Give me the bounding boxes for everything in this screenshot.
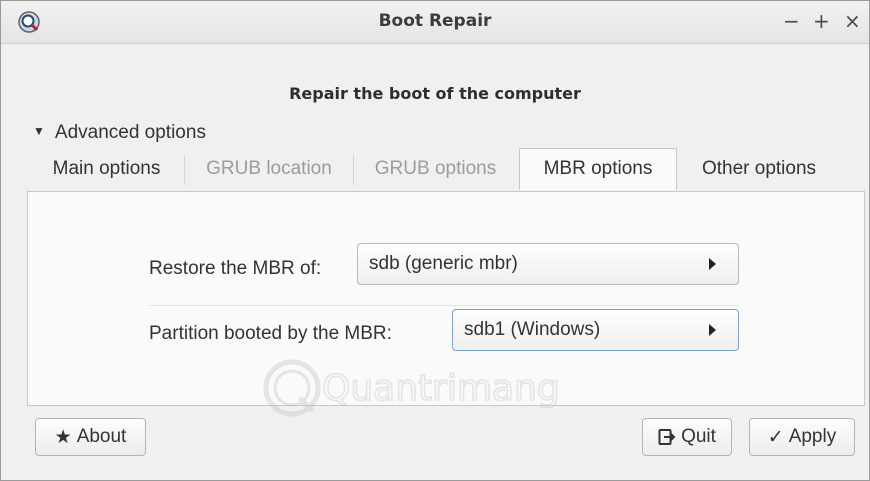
dropdown-arrow-icon xyxy=(709,324,716,336)
tab-grub-options[interactable]: GRUB options xyxy=(354,149,517,189)
quit-label: Quit xyxy=(681,426,716,447)
dropdown-arrow-icon xyxy=(709,258,716,270)
tab-grub-location[interactable]: GRUB location xyxy=(185,149,353,189)
tab-mbr-options[interactable]: MBR options xyxy=(519,148,677,190)
tab-other-options[interactable]: Other options xyxy=(677,149,841,189)
about-label: About xyxy=(76,426,127,447)
divider xyxy=(149,305,739,306)
restore-mbr-label: Restore the MBR of: xyxy=(149,258,322,279)
title-bar[interactable]: Boot Repair − + × xyxy=(1,1,869,44)
window-title: Boot Repair xyxy=(378,11,492,31)
page-heading: Repair the boot of the computer xyxy=(289,84,581,103)
watermark-text: Quantrimang xyxy=(322,368,560,409)
quit-button[interactable]: Quit xyxy=(642,418,732,456)
partition-booted-select[interactable]: sdb1 (Windows) xyxy=(452,309,739,351)
expander-label: Advanced options xyxy=(54,122,206,143)
boot-repair-window: Boot Repair − + × Repair the boot of the… xyxy=(0,0,870,481)
apply-label: Apply xyxy=(788,426,837,447)
tab-main-options[interactable]: Main options xyxy=(29,149,184,189)
maximize-button[interactable]: + xyxy=(813,10,830,32)
partition-booted-label: Partition booted by the MBR: xyxy=(149,323,392,344)
checkmark-icon: ✓ xyxy=(767,426,784,448)
apply-button[interactable]: ✓ Apply xyxy=(749,418,855,456)
quantrimang-watermark: Quantrimang xyxy=(263,359,561,417)
restore-mbr-select[interactable]: sdb (generic mbr) xyxy=(357,243,739,285)
partition-booted-value: sdb1 (Windows) xyxy=(464,319,601,340)
restore-mbr-value: sdb (generic mbr) xyxy=(369,253,518,274)
exit-icon xyxy=(658,428,676,446)
star-icon: ★ xyxy=(54,426,72,448)
close-button[interactable]: × xyxy=(844,10,861,32)
advanced-options-expander[interactable]: ▼ Advanced options xyxy=(33,122,206,144)
minimize-button[interactable]: − xyxy=(783,10,800,32)
about-button[interactable]: ★ About xyxy=(35,418,146,456)
triangle-down-icon: ▼ xyxy=(33,123,45,138)
